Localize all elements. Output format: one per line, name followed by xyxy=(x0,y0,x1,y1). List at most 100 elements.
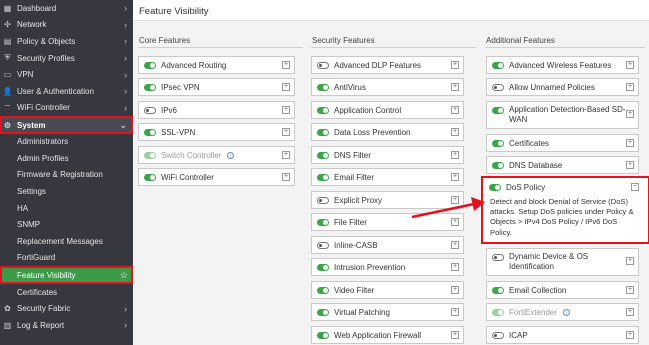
plus-icon[interactable]: + xyxy=(451,286,459,294)
toggle-switch[interactable] xyxy=(317,151,329,159)
sidebar-item-user-auth[interactable]: 👤 User & Authentication › xyxy=(0,83,133,100)
toggle-switch[interactable] xyxy=(317,61,329,69)
toggle-switch[interactable] xyxy=(492,254,504,261)
feature-web-application-firewall[interactable]: Web Application Firewall + xyxy=(311,326,464,344)
plus-icon[interactable]: + xyxy=(626,286,634,294)
sidebar-item-wifi-controller[interactable]: ⌔ WiFi Controller › xyxy=(0,100,133,117)
sidebar-subitem-settings[interactable]: Settings xyxy=(0,183,133,200)
feature-advanced-routing[interactable]: Advanced Routing + xyxy=(138,56,295,74)
feature-advanced-dlp[interactable]: Advanced DLP Features + xyxy=(311,56,464,74)
plus-icon[interactable]: + xyxy=(626,110,634,118)
toggle-switch[interactable] xyxy=(144,83,156,91)
minus-icon[interactable]: − xyxy=(631,183,639,191)
feature-data-loss-prevention[interactable]: Data Loss Prevention + xyxy=(311,123,464,141)
plus-icon[interactable]: + xyxy=(626,139,634,147)
sidebar-subitem-replacement-messages[interactable]: Replacement Messages xyxy=(0,233,133,250)
plus-icon[interactable]: + xyxy=(626,61,634,69)
plus-icon[interactable]: + xyxy=(451,128,459,136)
plus-icon[interactable]: + xyxy=(451,151,459,159)
toggle-switch[interactable] xyxy=(317,173,329,181)
sidebar-item-policy-objects[interactable]: ▤ Policy & Objects › xyxy=(0,33,133,50)
sidebar-subitem-admin-profiles[interactable]: Admin Profiles xyxy=(0,150,133,167)
toggle-switch[interactable] xyxy=(144,128,156,136)
toggle-switch[interactable] xyxy=(492,286,504,294)
plus-icon[interactable]: + xyxy=(282,61,290,69)
feature-advanced-wireless[interactable]: Advanced Wireless Features + xyxy=(486,56,639,74)
feature-dynamic-device-os[interactable]: Dynamic Device & OS Identification + xyxy=(486,248,639,276)
toggle-switch[interactable] xyxy=(317,128,329,136)
sidebar-subitem-firmware[interactable]: Firmware & Registration xyxy=(0,167,133,184)
feature-virtual-patching[interactable]: Virtual Patching + xyxy=(311,303,464,321)
feature-antivirus[interactable]: AntiVirus + xyxy=(311,78,464,96)
sidebar-subitem-certificates[interactable]: Certificates xyxy=(0,284,133,301)
plus-icon[interactable]: + xyxy=(282,128,290,136)
sidebar-subitem-ha[interactable]: HA xyxy=(0,200,133,217)
toggle-switch[interactable] xyxy=(317,286,329,294)
plus-icon[interactable]: + xyxy=(282,106,290,114)
feature-email-collection[interactable]: Email Collection + xyxy=(486,281,639,299)
toggle-switch[interactable] xyxy=(492,139,504,147)
feature-dos-policy[interactable]: DoS Policy − xyxy=(484,179,642,195)
toggle-switch[interactable] xyxy=(492,331,504,339)
star-icon[interactable]: ☆ xyxy=(120,270,128,281)
toggle-switch[interactable] xyxy=(317,331,329,339)
feature-video-filter[interactable]: Video Filter + xyxy=(311,281,464,299)
feature-certificates[interactable]: Certificates + xyxy=(486,134,639,152)
sidebar-item-security-fabric[interactable]: ✿ Security Fabric › xyxy=(0,301,133,318)
feature-application-control[interactable]: Application Control + xyxy=(311,101,464,119)
toggle-switch[interactable] xyxy=(317,196,329,204)
sidebar-item-network[interactable]: ✣ Network › xyxy=(0,17,133,34)
feature-switch-controller[interactable]: Switch Controller i + xyxy=(138,146,295,164)
plus-icon[interactable]: + xyxy=(626,161,634,169)
sidebar-subitem-fortiguard[interactable]: FortiGuard xyxy=(0,250,133,267)
plus-icon[interactable]: + xyxy=(626,83,634,91)
feature-ipv6[interactable]: IPv6 + xyxy=(138,101,295,119)
info-icon[interactable]: i xyxy=(563,308,571,316)
toggle-switch[interactable] xyxy=(144,173,156,181)
plus-icon[interactable]: + xyxy=(451,241,459,249)
sidebar-item-system[interactable]: ⚙ System ⌄ xyxy=(0,116,133,134)
sidebar-subitem-administrators[interactable]: Administrators xyxy=(0,134,133,151)
feature-ipsec-vpn[interactable]: IPsec VPN + xyxy=(138,78,295,96)
sidebar-item-vpn[interactable]: ▭ VPN › xyxy=(0,66,133,83)
feature-ssl-vpn[interactable]: SSL-VPN + xyxy=(138,123,295,141)
plus-icon[interactable]: + xyxy=(451,308,459,316)
plus-icon[interactable]: + xyxy=(451,173,459,181)
info-icon[interactable]: i xyxy=(227,151,235,159)
toggle-switch[interactable] xyxy=(492,61,504,69)
toggle-switch[interactable] xyxy=(317,106,329,114)
plus-icon[interactable]: + xyxy=(282,173,290,181)
plus-icon[interactable]: + xyxy=(626,308,634,316)
feature-intrusion-prevention[interactable]: Intrusion Prevention + xyxy=(311,258,464,276)
plus-icon[interactable]: + xyxy=(451,61,459,69)
plus-icon[interactable]: + xyxy=(282,151,290,159)
sidebar-subitem-snmp[interactable]: SNMP xyxy=(0,217,133,234)
plus-icon[interactable]: + xyxy=(626,257,634,265)
plus-icon[interactable]: + xyxy=(451,106,459,114)
feature-fortiextender[interactable]: FortiExtender i + xyxy=(486,303,639,321)
feature-app-detection-sdwan[interactable]: Application Detection-Based SD-WAN + xyxy=(486,101,639,129)
plus-icon[interactable]: + xyxy=(626,331,634,339)
feature-dns-database[interactable]: DNS Database + xyxy=(486,156,639,174)
feature-dns-filter[interactable]: DNS Filter + xyxy=(311,146,464,164)
toggle-switch[interactable] xyxy=(144,106,156,114)
feature-allow-unnamed-policies[interactable]: Allow Unnamed Policies + xyxy=(486,78,639,96)
toggle-switch[interactable] xyxy=(317,241,329,249)
toggle-switch[interactable] xyxy=(492,107,504,114)
toggle-switch[interactable] xyxy=(492,83,504,91)
feature-inline-casb[interactable]: Inline-CASB + xyxy=(311,236,464,254)
plus-icon[interactable]: + xyxy=(451,331,459,339)
sidebar-subitem-feature-visibility[interactable]: Feature Visibility ☆ xyxy=(0,266,133,284)
plus-icon[interactable]: + xyxy=(451,83,459,91)
sidebar-item-dashboard[interactable]: ▦ Dashboard › xyxy=(0,0,133,17)
toggle-switch[interactable] xyxy=(317,218,329,226)
feature-wifi-controller[interactable]: WiFi Controller + xyxy=(138,168,295,186)
toggle-switch[interactable] xyxy=(489,183,501,191)
toggle-switch[interactable] xyxy=(317,83,329,91)
feature-icap[interactable]: ICAP + xyxy=(486,326,639,344)
plus-icon[interactable]: + xyxy=(282,83,290,91)
sidebar-item-security-profiles[interactable]: ⛨ Security Profiles › xyxy=(0,50,133,67)
toggle-switch[interactable] xyxy=(492,161,504,169)
sidebar-item-log-report[interactable]: ▥ Log & Report › xyxy=(0,317,133,334)
toggle-switch[interactable] xyxy=(317,308,329,316)
